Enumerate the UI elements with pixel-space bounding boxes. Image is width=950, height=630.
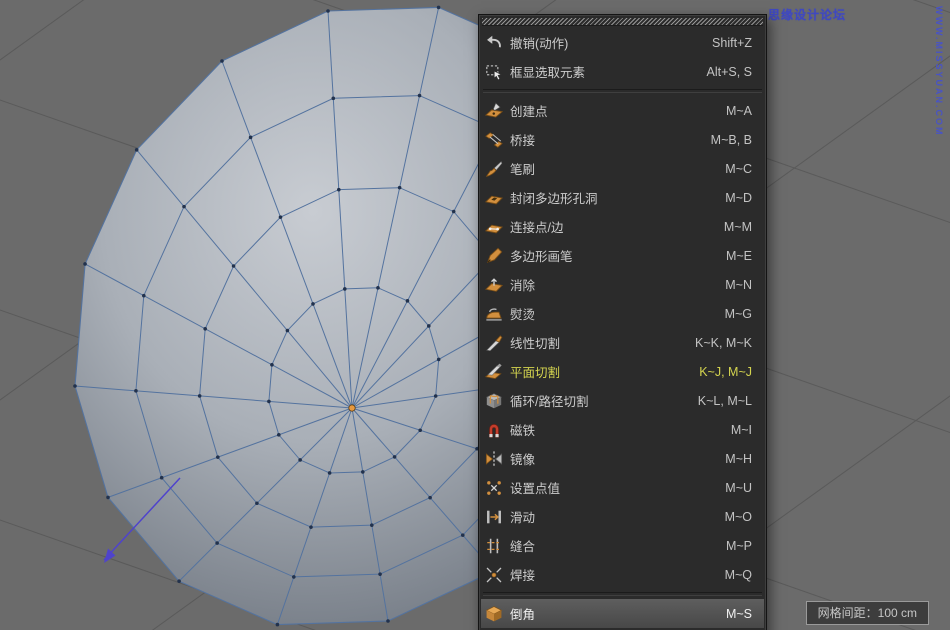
menu-item-close-polygon-hole[interactable]: 封闭多边形孔洞 M~D [481,183,764,212]
menu-item-loop-path-cut[interactable]: 循环/路径切割 K~L, M~L [481,386,764,415]
iron-icon [485,305,503,323]
loop-cut-icon [485,392,503,410]
menu-item-label: 平面切割 [510,362,560,381]
magnet-icon [485,421,503,439]
menu-item-create-point[interactable]: 创建点 M~A [481,96,764,125]
close-hole-icon [485,189,503,207]
menu-item-shortcut: M~G [725,307,752,321]
menu-item-label: 多边形画笔 [510,246,573,265]
menu-item-shortcut: K~J, M~J [699,365,752,379]
brush-icon [485,160,503,178]
menu-item-label: 缝合 [510,536,535,555]
menu-item-label: 镜像 [510,449,535,468]
menu-item-connect-points-edges[interactable]: 连接点/边 M~M [481,212,764,241]
menu-item-shortcut: M~U [725,481,752,495]
menu-item-label: 循环/路径切割 [510,391,588,410]
menu-item-label: 磁铁 [510,420,535,439]
menu-item-undo-action[interactable]: 撤销(动作) Shift+Z [481,28,764,57]
weld-icon [485,566,503,584]
menu-item-mirror[interactable]: 镜像 M~H [481,444,764,473]
menu-item-polygon-pen[interactable]: 多边形画笔 M~E [481,241,764,270]
viewport-stage: 思缘设计论坛 WWW.MISSYUAN.COM 网格间距：100 cm 撤销(动… [0,0,950,630]
stitch-icon [485,537,503,555]
menu-item-bevel[interactable]: 倒角 M~S [481,599,764,628]
poly-pen-icon [485,247,503,265]
menu-item-label: 倒角 [510,604,535,623]
frame-select-icon [485,63,503,81]
menu-item-list: 撤销(动作) Shift+Z 框显选取元素 Alt+S, S 创建点 M~A 桥接 M~B, … [481,28,764,630]
plane-cut-icon [485,363,503,381]
watermark-url: WWW.MISSYUAN.COM [934,6,944,137]
set-point-icon [485,479,503,497]
menu-item-weld[interactable]: 焊接 M~Q [481,560,764,589]
connect-edge-icon [485,218,503,236]
menu-item-dissolve[interactable]: 消除 M~N [481,270,764,299]
line-cut-icon [485,334,503,352]
menu-item-label: 焊接 [510,565,535,584]
menu-item-label: 滑动 [510,507,535,526]
menu-item-magnet[interactable]: 磁铁 M~I [481,415,764,444]
menu-item-shortcut: Alt+S, S [706,65,752,79]
menu-item-shortcut: M~E [726,249,752,263]
menu-item-label: 连接点/边 [510,217,563,236]
menu-item-label: 熨烫 [510,304,535,323]
menu-item-label: 笔刷 [510,159,535,178]
menu-item-shortcut: K~K, M~K [695,336,752,350]
menu-grip-handle[interactable] [482,18,763,26]
selected-center-point[interactable] [349,405,355,411]
menu-item-shortcut: M~D [725,191,752,205]
menu-item-shortcut: M~A [726,104,752,118]
menu-item-label: 撤销(动作) [510,33,568,52]
menu-item-plane-cut[interactable]: 平面切割 K~J, M~J [481,357,764,386]
menu-item-stitch-sew[interactable]: 缝合 M~P [481,531,764,560]
menu-item-label: 设置点值 [510,478,560,497]
menu-separator [483,89,762,93]
menu-item-shortcut: M~O [725,510,752,524]
menu-item-label: 框显选取元素 [510,62,585,81]
menu-item-set-point-value[interactable]: 设置点值 M~U [481,473,764,502]
menu-item-shortcut: M~Q [725,568,752,582]
menu-item-shortcut: M~I [731,423,752,437]
menu-item-shortcut: M~H [725,452,752,466]
menu-item-shortcut: M~N [725,278,752,292]
menu-item-shortcut: M~C [725,162,752,176]
menu-item-shortcut: K~L, M~L [698,394,752,408]
create-point-icon [485,102,503,120]
mirror-icon [485,450,503,468]
menu-item-label: 封闭多边形孔洞 [510,188,598,207]
menu-item-label: 线性切割 [510,333,560,352]
viewport-canvas[interactable] [0,0,950,630]
menu-item-label: 消除 [510,275,535,294]
undo-icon [485,34,503,52]
menu-item-line-cut[interactable]: 线性切割 K~K, M~K [481,328,764,357]
slide-icon [485,508,503,526]
watermark-title: 思缘设计论坛 [768,6,846,23]
context-menu: 撤销(动作) Shift+Z 框显选取元素 Alt+S, S 创建点 M~A 桥接 M~B, … [478,14,767,630]
menu-item-shortcut: Shift+Z [712,36,752,50]
bevel-icon [485,605,503,623]
menu-item-brush[interactable]: 笔刷 M~C [481,154,764,183]
menu-item-bridge[interactable]: 桥接 M~B, B [481,125,764,154]
menu-separator [483,592,762,596]
menu-item-slide[interactable]: 滑动 M~O [481,502,764,531]
bridge-icon [485,131,503,149]
menu-item-iron[interactable]: 熨烫 M~G [481,299,764,328]
grid-spacing-badge: 网格间距：100 cm [806,601,929,625]
dissolve-icon [485,276,503,294]
menu-item-label: 桥接 [510,130,535,149]
menu-item-shortcut: M~S [726,607,752,621]
menu-item-shortcut: M~P [726,539,752,553]
menu-item-shortcut: M~M [724,220,752,234]
menu-item-frame-selected[interactable]: 框显选取元素 Alt+S, S [481,57,764,86]
menu-item-label: 创建点 [510,101,548,120]
menu-item-shortcut: M~B, B [711,133,752,147]
